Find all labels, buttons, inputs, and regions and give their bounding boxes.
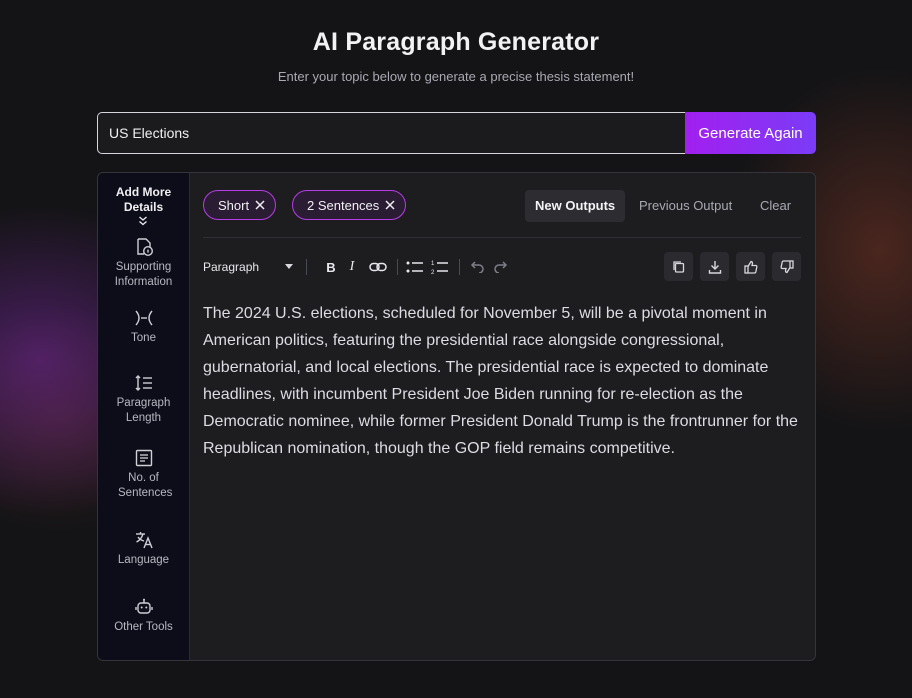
sidebar-item-paragraph-length[interactable]: Paragraph Length [98, 373, 189, 426]
sidebar-heading: Add More Details [115, 185, 172, 214]
sidebar-item-sentences[interactable]: No. of Sentences [98, 448, 189, 501]
sentences-icon [135, 449, 152, 467]
link-button[interactable] [367, 251, 389, 283]
chip-label: Short [218, 197, 250, 213]
undo-button[interactable] [467, 251, 487, 283]
close-icon[interactable] [255, 200, 265, 210]
chip-short[interactable]: Short [203, 190, 277, 220]
download-button[interactable] [700, 252, 729, 281]
svg-text:2: 2 [431, 270, 435, 275]
close-icon[interactable] [385, 200, 395, 210]
sidebar-item-label: Other Tools [114, 621, 173, 633]
copy-button[interactable] [664, 252, 693, 281]
thumbs-up-icon [743, 260, 757, 274]
chip-sentences[interactable]: 2 Sentences [292, 190, 407, 220]
editor-toolbar: Paragraph B I 1 2 [203, 251, 801, 283]
thumbs-down-button[interactable] [772, 252, 801, 281]
bold-button[interactable]: B [321, 251, 341, 283]
sidebar-item-label: Supporting Information [114, 261, 173, 288]
paragraph-length-icon [135, 375, 152, 391]
sidebar-item-other-tools[interactable]: Other Tools [98, 597, 189, 635]
topic-input[interactable] [97, 112, 686, 154]
link-icon [369, 262, 387, 272]
toolbar-separator [459, 259, 460, 275]
page-subtitle: Enter your topic below to generate a pre… [277, 69, 635, 84]
tone-icon [134, 310, 153, 326]
redo-icon [494, 261, 508, 273]
toolbar-separator [306, 259, 307, 275]
caret-down-icon [285, 264, 293, 269]
thumbs-down-icon [780, 259, 794, 273]
output-content: Short 2 Sentences New Outputs Previous O… [189, 173, 815, 660]
details-sidebar: Add More Details Supporting Information … [98, 173, 190, 660]
sidebar-item-label: Paragraph Length [116, 397, 171, 424]
copy-icon [672, 260, 684, 273]
undo-icon [470, 261, 484, 273]
tab-previous-output[interactable]: Previous Output [629, 190, 742, 222]
italic-button[interactable]: I [343, 251, 361, 283]
bullet-list-icon [406, 261, 423, 273]
generated-paragraph: The 2024 U.S. elections, scheduled for N… [203, 305, 798, 457]
numbered-list-button[interactable]: 1 2 [430, 251, 450, 283]
sidebar-item-supporting-information[interactable]: Supporting Information [98, 237, 189, 290]
download-icon [708, 260, 721, 274]
sidebar-item-label: No. of Sentences [118, 472, 173, 499]
bold-icon: B [326, 259, 336, 275]
header-divider [203, 237, 801, 238]
svg-text:1: 1 [431, 261, 435, 267]
output-panel: Add More Details Supporting Information … [97, 172, 816, 661]
generate-again-button[interactable]: Generate Again [685, 112, 816, 154]
double-chevron-down-icon [139, 216, 147, 226]
language-icon [135, 532, 153, 549]
sidebar-item-label: Language [117, 554, 170, 566]
sidebar-item-language[interactable]: Language [98, 530, 189, 568]
format-select-value: Paragraph [203, 260, 260, 274]
italic-icon: I [349, 259, 355, 274]
numbered-list-icon: 1 2 [431, 261, 448, 275]
clear-button[interactable]: Clear [750, 190, 801, 222]
chip-label: 2 Sentences [307, 197, 380, 213]
format-select[interactable]: Paragraph [203, 251, 297, 283]
sidebar-item-tone[interactable]: Tone [98, 308, 189, 346]
redo-button[interactable] [491, 251, 511, 283]
other-tools-icon [134, 598, 153, 614]
toolbar-separator [397, 259, 398, 275]
supporting-info-icon [136, 238, 153, 257]
tab-new-outputs[interactable]: New Outputs [525, 190, 626, 222]
bullet-list-button[interactable] [405, 251, 425, 283]
topic-search-row: Generate Again [97, 112, 816, 154]
page-title: AI Paragraph Generator [312, 28, 600, 56]
sidebar-item-label: Tone [131, 332, 156, 344]
thumbs-up-button[interactable] [736, 252, 765, 281]
